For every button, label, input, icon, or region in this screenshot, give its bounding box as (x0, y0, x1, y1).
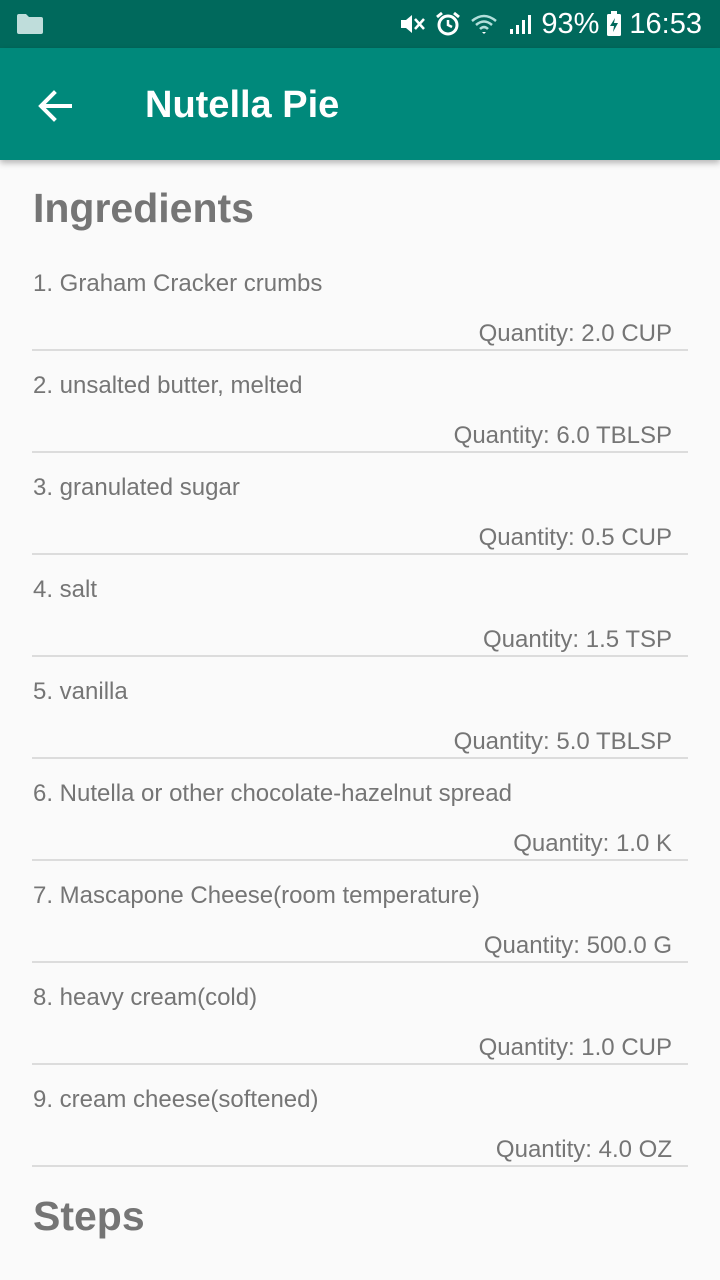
signal-icon (510, 15, 532, 34)
ingredient-name: 7. Mascapone Cheese(room temperature) (33, 882, 480, 909)
ingredient-quantity: Quantity: 1.0 CUP (478, 1034, 672, 1061)
list-item: 8. heavy cream(cold) Quantity: 1.0 CUP (0, 972, 720, 1074)
divider (32, 655, 688, 657)
list-item: 3. granulated sugar Quantity: 0.5 CUP (0, 462, 720, 564)
divider (32, 757, 688, 759)
ingredient-quantity: Quantity: 4.0 OZ (495, 1136, 672, 1163)
ingredient-name: 2. unsalted butter, melted (33, 372, 303, 399)
status-bar: 93% 16:53 (0, 0, 720, 48)
arrow-back-icon[interactable] (34, 84, 78, 128)
list-item: 2. unsalted butter, melted Quantity: 6.0… (0, 360, 720, 462)
page-title: Nutella Pie (145, 84, 340, 126)
ingredient-quantity: Quantity: 6.0 TBLSP (453, 422, 672, 449)
divider (32, 451, 688, 453)
ingredient-name: 8. heavy cream(cold) (33, 984, 258, 1011)
list-item: 9. cream cheese(softened) Quantity: 4.0 … (0, 1074, 720, 1176)
folder-icon (17, 14, 43, 34)
ingredient-name: 5. vanilla (33, 678, 128, 705)
list-item: 1. Graham Cracker crumbs Quantity: 2.0 C… (0, 258, 720, 360)
divider (32, 1165, 688, 1167)
ingredient-name: 1. Graham Cracker crumbs (33, 270, 323, 297)
clock: 16:53 (629, 7, 702, 40)
battery-percent: 93% (541, 7, 600, 40)
divider (32, 1063, 688, 1065)
ingredient-quantity: Quantity: 0.5 CUP (478, 524, 672, 551)
ingredient-name: 9. cream cheese(softened) (33, 1086, 319, 1113)
ingredient-name: 4. salt (33, 576, 98, 603)
divider (32, 553, 688, 555)
divider (32, 961, 688, 963)
alarm-icon (436, 11, 461, 36)
ingredient-quantity: Quantity: 1.5 TSP (483, 626, 672, 653)
ingredients-list: 1. Graham Cracker crumbs Quantity: 2.0 C… (0, 258, 720, 1176)
app-bar: Nutella Pie (0, 48, 720, 160)
list-item: 4. salt Quantity: 1.5 TSP (0, 564, 720, 666)
list-item: 7. Mascapone Cheese(room temperature) Qu… (0, 870, 720, 972)
status-icons: 93% 16:53 (397, 0, 702, 48)
ingredients-heading: Ingredients (33, 185, 254, 231)
divider (32, 349, 688, 351)
list-item: 5. vanilla Quantity: 5.0 TBLSP (0, 666, 720, 768)
battery-charging-icon (607, 11, 622, 36)
divider (32, 859, 688, 861)
wifi-icon (471, 14, 498, 34)
ingredient-quantity: Quantity: 1.0 K (513, 830, 672, 857)
list-item: 6. Nutella or other chocolate-hazelnut s… (0, 768, 720, 870)
ingredient-quantity: Quantity: 5.0 TBLSP (453, 728, 672, 755)
steps-heading: Steps (33, 1193, 145, 1239)
ingredient-name: 3. granulated sugar (33, 474, 240, 501)
ingredient-name: 6. Nutella or other chocolate-hazelnut s… (33, 780, 512, 807)
ingredient-quantity: Quantity: 500.0 G (483, 932, 672, 959)
mute-icon (401, 15, 426, 33)
ingredient-quantity: Quantity: 2.0 CUP (478, 320, 672, 347)
